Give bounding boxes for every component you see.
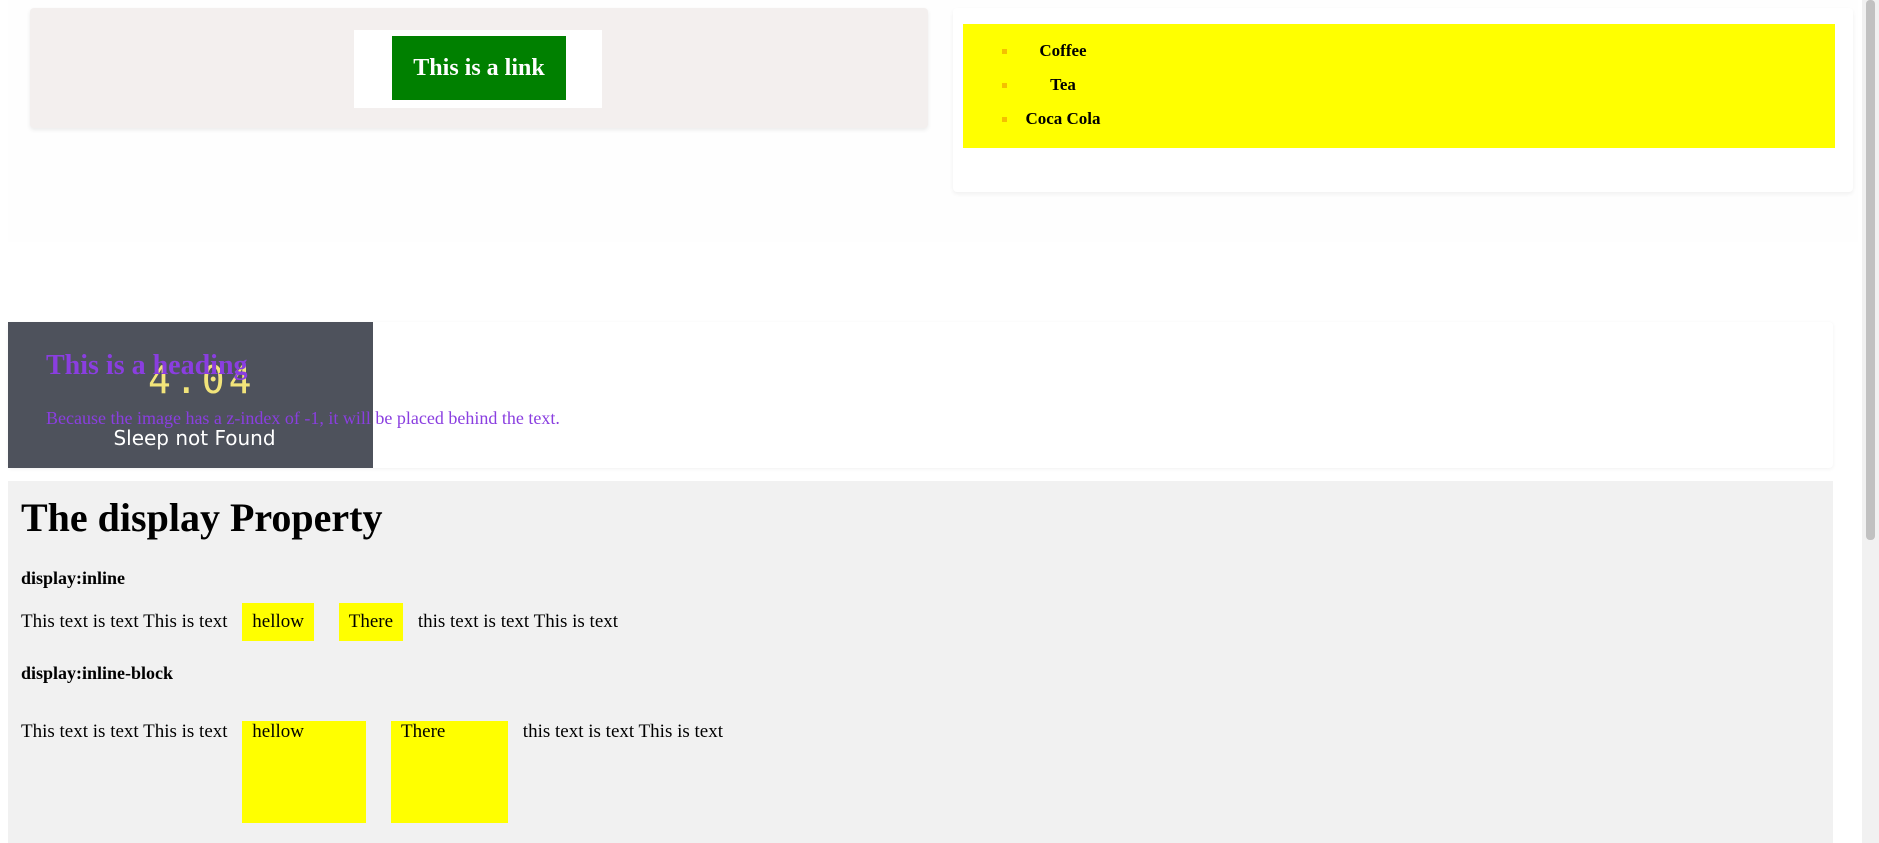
link-card: This is a link xyxy=(30,8,928,128)
vertical-scrollbar[interactable] xyxy=(1862,0,1879,843)
page-title: The display Property xyxy=(21,495,383,540)
inline-block-box: There xyxy=(391,721,509,823)
image-caption: Sleep not Found xyxy=(113,426,276,450)
not-found-image: 4.04 Sleep not Found xyxy=(8,322,373,468)
drinks-card: Coffee Tea Coca Cola xyxy=(953,8,1853,192)
zindex-section: 4.04 Sleep not Found This is a heading B… xyxy=(8,322,1833,468)
link-wrapper: This is a link xyxy=(354,30,602,108)
inline-block-row: This text is text This is text hellow Th… xyxy=(21,721,723,823)
list-item: Coca Cola xyxy=(963,102,1163,136)
square-bullet-icon xyxy=(1002,49,1007,54)
drinks-list: Coffee Tea Coca Cola xyxy=(963,24,1835,148)
inline-text-after: this text is text This is text xyxy=(417,611,619,632)
scrollbar-thumb[interactable] xyxy=(1866,0,1875,540)
display-section: The display Property display:inline This… xyxy=(8,481,1833,843)
inline-box: hellow xyxy=(242,603,315,641)
square-bullet-icon xyxy=(1002,83,1007,88)
list-item: Coffee xyxy=(963,34,1163,68)
inline-block-text-after: this text is text This is text xyxy=(522,721,724,742)
top-container: This is a link Coffee Tea Coca Cola xyxy=(8,0,1858,242)
zindex-heading: This is a heading xyxy=(46,350,248,381)
inline-block-label: display:inline-block xyxy=(21,663,174,683)
inline-box: There xyxy=(338,603,404,641)
inline-label: display:inline xyxy=(21,568,126,588)
inline-row: This text is text This is text hellow Th… xyxy=(21,603,618,641)
inline-block-text-before: This text is text This is text xyxy=(21,721,228,742)
inline-text-before: This text is text This is text xyxy=(21,611,228,632)
green-link[interactable]: This is a link xyxy=(392,36,566,100)
zindex-text: Because the image has a z-index of -1, i… xyxy=(46,408,560,428)
inline-block-box: hellow xyxy=(242,721,367,823)
list-item: Tea xyxy=(963,68,1163,102)
square-bullet-icon xyxy=(1002,117,1007,122)
